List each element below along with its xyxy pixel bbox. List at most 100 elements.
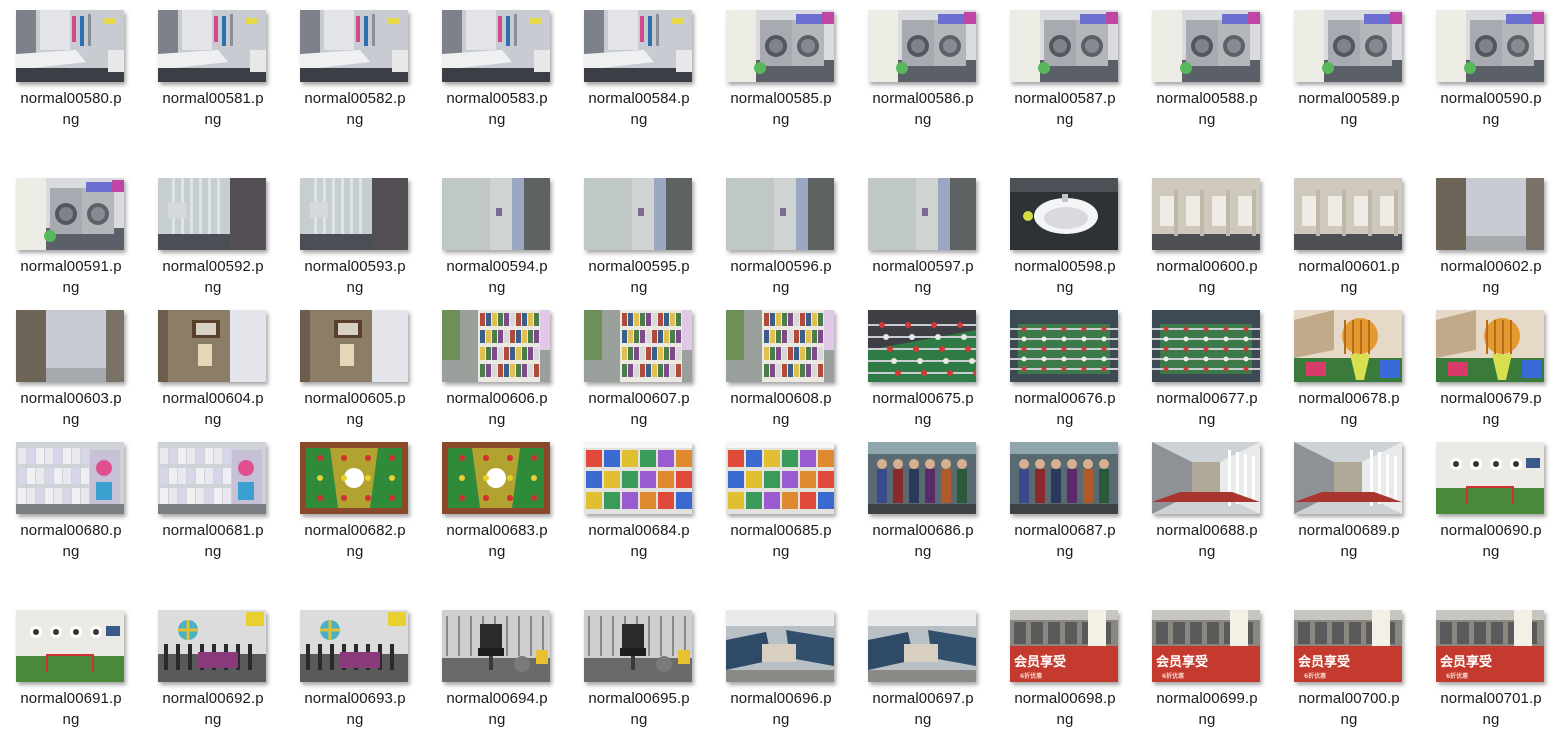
image-thumbnail[interactable]	[442, 10, 550, 82]
image-thumbnail[interactable]	[584, 610, 692, 682]
image-thumbnail[interactable]	[300, 10, 408, 82]
image-thumbnail[interactable]	[1152, 310, 1260, 382]
image-thumbnail[interactable]	[1010, 10, 1118, 82]
file-name-label[interactable]: normal00692.p ng	[142, 688, 284, 730]
image-thumbnail[interactable]	[442, 610, 550, 682]
image-thumbnail[interactable]	[1294, 10, 1402, 82]
file-name-label[interactable]: normal00604.p ng	[142, 388, 284, 430]
image-thumbnail[interactable]	[1294, 310, 1402, 382]
file-name-label[interactable]: normal00700.p ng	[1278, 688, 1420, 730]
file-name-label[interactable]: normal00582.p ng	[284, 88, 426, 130]
image-thumbnail[interactable]	[868, 178, 976, 250]
file-name-label[interactable]: normal00602.p ng	[1420, 256, 1562, 298]
image-thumbnail[interactable]	[1010, 178, 1118, 250]
file-name-label[interactable]: normal00678.p ng	[1278, 388, 1420, 430]
image-thumbnail[interactable]	[300, 442, 408, 514]
image-thumbnail[interactable]	[16, 442, 124, 514]
image-thumbnail[interactable]	[726, 610, 834, 682]
image-thumbnail[interactable]	[158, 10, 266, 82]
image-thumbnail[interactable]	[158, 178, 266, 250]
image-thumbnail[interactable]	[1294, 178, 1402, 250]
file-name-label[interactable]: normal00583.p ng	[426, 88, 568, 130]
image-thumbnail[interactable]	[1152, 178, 1260, 250]
image-thumbnail[interactable]	[868, 610, 976, 682]
image-thumbnail[interactable]	[868, 310, 976, 382]
file-name-label[interactable]: normal00591.p ng	[0, 256, 142, 298]
image-thumbnail[interactable]	[1010, 310, 1118, 382]
file-name-label[interactable]: normal00601.p ng	[1278, 256, 1420, 298]
image-thumbnail[interactable]	[726, 178, 834, 250]
image-thumbnail[interactable]	[1294, 442, 1402, 514]
file-name-label[interactable]: normal00677.p ng	[1136, 388, 1278, 430]
file-name-label[interactable]: normal00600.p ng	[1136, 256, 1278, 298]
file-name-label[interactable]: normal00607.p ng	[568, 388, 710, 430]
file-name-label[interactable]: normal00606.p ng	[426, 388, 568, 430]
file-name-label[interactable]: normal00594.p ng	[426, 256, 568, 298]
image-thumbnail[interactable]	[442, 442, 550, 514]
file-name-label[interactable]: normal00697.p ng	[852, 688, 994, 730]
file-name-label[interactable]: normal00681.p ng	[142, 520, 284, 562]
file-name-label[interactable]: normal00693.p ng	[284, 688, 426, 730]
image-thumbnail[interactable]	[1152, 10, 1260, 82]
file-name-label[interactable]: normal00597.p ng	[852, 256, 994, 298]
image-thumbnail[interactable]: 会员享受 6折优惠	[1152, 610, 1260, 682]
file-name-label[interactable]: normal00689.p ng	[1278, 520, 1420, 562]
file-name-label[interactable]: normal00589.p ng	[1278, 88, 1420, 130]
image-thumbnail[interactable]	[868, 10, 976, 82]
image-thumbnail[interactable]	[1436, 310, 1544, 382]
file-name-label[interactable]: normal00695.p ng	[568, 688, 710, 730]
file-name-label[interactable]: normal00698.p ng	[994, 688, 1136, 730]
file-name-label[interactable]: normal00592.p ng	[142, 256, 284, 298]
image-thumbnail[interactable]	[726, 10, 834, 82]
file-name-label[interactable]: normal00684.p ng	[568, 520, 710, 562]
file-name-label[interactable]: normal00585.p ng	[710, 88, 852, 130]
file-name-label[interactable]: normal00699.p ng	[1136, 688, 1278, 730]
file-name-label[interactable]: normal00682.p ng	[284, 520, 426, 562]
image-thumbnail[interactable]	[1436, 442, 1544, 514]
image-thumbnail[interactable]	[16, 10, 124, 82]
file-name-label[interactable]: normal00680.p ng	[0, 520, 142, 562]
image-thumbnail[interactable]	[300, 310, 408, 382]
image-thumbnail[interactable]	[868, 442, 976, 514]
image-thumbnail[interactable]	[300, 610, 408, 682]
file-name-label[interactable]: normal00598.p ng	[994, 256, 1136, 298]
file-name-label[interactable]: normal00587.p ng	[994, 88, 1136, 130]
image-thumbnail[interactable]	[158, 310, 266, 382]
image-thumbnail[interactable]	[1436, 178, 1544, 250]
image-thumbnail[interactable]	[300, 178, 408, 250]
file-name-label[interactable]: normal00584.p ng	[568, 88, 710, 130]
file-name-label[interactable]: normal00608.p ng	[710, 388, 852, 430]
image-thumbnail[interactable]	[442, 310, 550, 382]
image-thumbnail[interactable]	[16, 178, 124, 250]
file-name-label[interactable]: normal00605.p ng	[284, 388, 426, 430]
file-name-label[interactable]: normal00595.p ng	[568, 256, 710, 298]
file-name-label[interactable]: normal00590.p ng	[1420, 88, 1562, 130]
image-thumbnail[interactable]	[726, 442, 834, 514]
file-name-label[interactable]: normal00696.p ng	[710, 688, 852, 730]
image-thumbnail[interactable]	[1152, 442, 1260, 514]
file-name-label[interactable]: normal00686.p ng	[852, 520, 994, 562]
image-thumbnail[interactable]: 会员享受 6折优惠	[1294, 610, 1402, 682]
image-thumbnail[interactable]	[1010, 442, 1118, 514]
file-name-label[interactable]: normal00679.p ng	[1420, 388, 1562, 430]
file-name-label[interactable]: normal00690.p ng	[1420, 520, 1562, 562]
image-thumbnail[interactable]	[16, 610, 124, 682]
file-name-label[interactable]: normal00593.p ng	[284, 256, 426, 298]
file-name-label[interactable]: normal00603.p ng	[0, 388, 142, 430]
image-thumbnail[interactable]	[584, 310, 692, 382]
file-name-label[interactable]: normal00675.p ng	[852, 388, 994, 430]
image-thumbnail[interactable]	[726, 310, 834, 382]
image-thumbnail[interactable]	[584, 442, 692, 514]
file-name-label[interactable]: normal00701.p ng	[1420, 688, 1562, 730]
image-thumbnail[interactable]	[1436, 10, 1544, 82]
image-thumbnail[interactable]	[16, 310, 124, 382]
file-name-label[interactable]: normal00676.p ng	[994, 388, 1136, 430]
file-name-label[interactable]: normal00580.p ng	[0, 88, 142, 130]
image-thumbnail[interactable]	[442, 178, 550, 250]
file-name-label[interactable]: normal00581.p ng	[142, 88, 284, 130]
file-name-label[interactable]: normal00586.p ng	[852, 88, 994, 130]
file-name-label[interactable]: normal00687.p ng	[994, 520, 1136, 562]
image-thumbnail[interactable]: 会员享受 6折优惠	[1010, 610, 1118, 682]
image-thumbnail[interactable]	[584, 178, 692, 250]
file-name-label[interactable]: normal00596.p ng	[710, 256, 852, 298]
